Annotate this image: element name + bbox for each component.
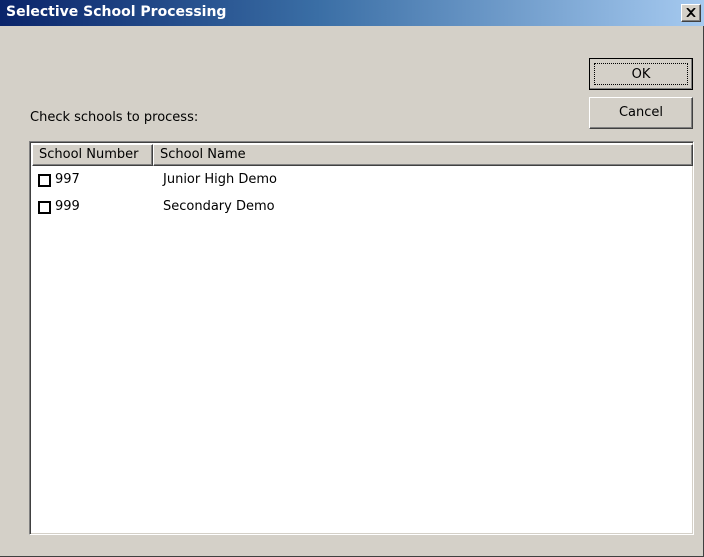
cancel-button[interactable]: Cancel <box>589 97 693 129</box>
instruction-label: Check schools to process: <box>30 110 199 125</box>
school-name: Junior High Demo <box>163 172 277 187</box>
list-row[interactable]: 999 Secondary Demo <box>32 197 693 219</box>
close-icon <box>686 8 696 17</box>
schools-list[interactable]: School Number School Name 997 Junior Hig… <box>29 141 694 535</box>
column-header-school-name[interactable]: School Name <box>153 144 693 166</box>
ok-button-label: OK <box>594 63 688 85</box>
title-bar[interactable]: Selective School Processing <box>0 0 704 26</box>
dialog-window: Selective School Processing OK Cancel Ch… <box>0 0 704 557</box>
list-header: School Number School Name <box>32 144 693 166</box>
column-header-school-number[interactable]: School Number <box>32 144 153 166</box>
school-number: 997 <box>55 172 80 187</box>
school-number: 999 <box>55 199 80 214</box>
school-checkbox[interactable] <box>38 201 51 214</box>
list-row[interactable]: 997 Junior High Demo <box>32 170 693 192</box>
school-name: Secondary Demo <box>163 199 275 214</box>
ok-button[interactable]: OK <box>589 58 693 90</box>
window-title: Selective School Processing <box>6 4 227 20</box>
close-button[interactable] <box>681 4 701 22</box>
school-checkbox[interactable] <box>38 174 51 187</box>
